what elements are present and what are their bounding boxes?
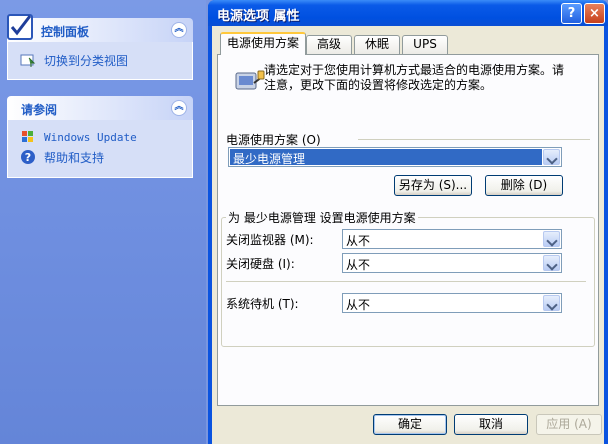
standby-label: 系统待机 (T): xyxy=(226,297,299,311)
scheme-group-line xyxy=(358,139,590,140)
chevron-down-icon[interactable] xyxy=(543,295,560,311)
delete-button[interactable]: 删除 (D) xyxy=(485,175,563,196)
control-panel-header[interactable]: 控制面板 ︽ xyxy=(7,14,193,42)
settings-group-title: 为 最少电源管理 设置电源使用方案 xyxy=(226,209,418,226)
dialog-client: 电源使用方案 高级 休眠 UPS 请选定对于您使用计算机方式最适合的电源使用方案… xyxy=(212,26,604,444)
harddisk-off-value: 从不 xyxy=(346,258,371,272)
control-panel-section: 控制面板 ︽ 切换到分类视图 xyxy=(7,14,193,80)
chevron-down-icon[interactable] xyxy=(543,231,560,247)
collapse-chevron-icon[interactable]: ︽ xyxy=(171,100,187,116)
power-options-dialog: 电源选项 属性 ? × 电源使用方案 高级 休眠 UPS 请选定对于您使用计算机… xyxy=(208,0,608,444)
monitor-off-value: 从不 xyxy=(346,234,371,248)
task-pane: 控制面板 ︽ 切换到分类视图 请参阅 ︽ Windows Update ? 帮助… xyxy=(0,0,206,444)
chevron-down-icon[interactable] xyxy=(543,149,560,165)
apply-button[interactable]: 应用 (A) xyxy=(536,414,602,435)
help-support-label: 帮助和支持 xyxy=(44,150,105,165)
svg-text:?: ? xyxy=(25,151,31,164)
standby-value: 从不 xyxy=(346,298,371,312)
power-schemes-panel: 请选定对于您使用计算机方式最适合的电源使用方案。请注意，更改下面的设置将修改选定… xyxy=(217,54,599,406)
close-button[interactable]: × xyxy=(584,3,605,24)
help-support-link[interactable]: ? 帮助和支持 xyxy=(8,147,192,167)
see-also-section: 请参阅 ︽ Windows Update ? 帮助和支持 xyxy=(7,96,193,178)
help-icon: ? xyxy=(21,150,35,164)
control-panel-body: 切换到分类视图 xyxy=(7,42,193,80)
see-also-title: 请参阅 xyxy=(21,103,58,117)
switch-category-view-link[interactable]: 切换到分类视图 xyxy=(8,50,192,70)
chevron-down-icon[interactable] xyxy=(543,255,560,271)
standby-dropdown[interactable]: 从不 xyxy=(342,293,562,313)
intro-text: 请选定对于您使用计算机方式最适合的电源使用方案。请注意，更改下面的设置将修改选定… xyxy=(264,63,565,92)
dialog-title: 电源选项 属性 xyxy=(217,9,300,24)
control-panel-icon xyxy=(7,14,33,40)
tab-advanced[interactable]: 高级 xyxy=(306,35,352,54)
help-button[interactable]: ? xyxy=(561,3,582,24)
windows-update-label: Windows Update xyxy=(44,130,137,144)
cancel-button[interactable]: 取消 xyxy=(454,414,528,435)
save-as-button[interactable]: 另存为 (S)... xyxy=(394,175,472,196)
tab-ups[interactable]: UPS xyxy=(402,35,448,54)
see-also-header[interactable]: 请参阅 ︽ xyxy=(7,96,193,120)
collapse-chevron-icon[interactable]: ︽ xyxy=(171,22,187,38)
monitor-off-dropdown[interactable]: 从不 xyxy=(342,229,562,249)
windows-update-link[interactable]: Windows Update xyxy=(8,127,192,147)
dialog-titlebar[interactable]: 电源选项 属性 ? × xyxy=(208,0,608,26)
monitor-off-label: 关闭监视器 (M): xyxy=(226,233,314,247)
scheme-label: 电源使用方案 (O) xyxy=(226,133,321,147)
power-plug-icon xyxy=(235,70,265,90)
switch-view-icon xyxy=(20,54,36,67)
scheme-dropdown-value: 最少电源管理 xyxy=(230,149,542,166)
tab-power-schemes[interactable]: 电源使用方案 xyxy=(220,32,306,55)
windows-update-icon xyxy=(22,131,33,142)
harddisk-off-label: 关闭硬盘 (I): xyxy=(226,257,295,271)
settings-separator xyxy=(226,281,586,282)
harddisk-off-dropdown[interactable]: 从不 xyxy=(342,253,562,273)
ok-button[interactable]: 确定 xyxy=(373,414,447,435)
see-also-body: Windows Update ? 帮助和支持 xyxy=(7,120,193,178)
tab-hibernate[interactable]: 休眠 xyxy=(354,35,400,54)
control-panel-title: 控制面板 xyxy=(41,25,90,39)
scheme-dropdown[interactable]: 最少电源管理 xyxy=(228,147,562,167)
switch-category-view-label: 切换到分类视图 xyxy=(44,53,129,68)
